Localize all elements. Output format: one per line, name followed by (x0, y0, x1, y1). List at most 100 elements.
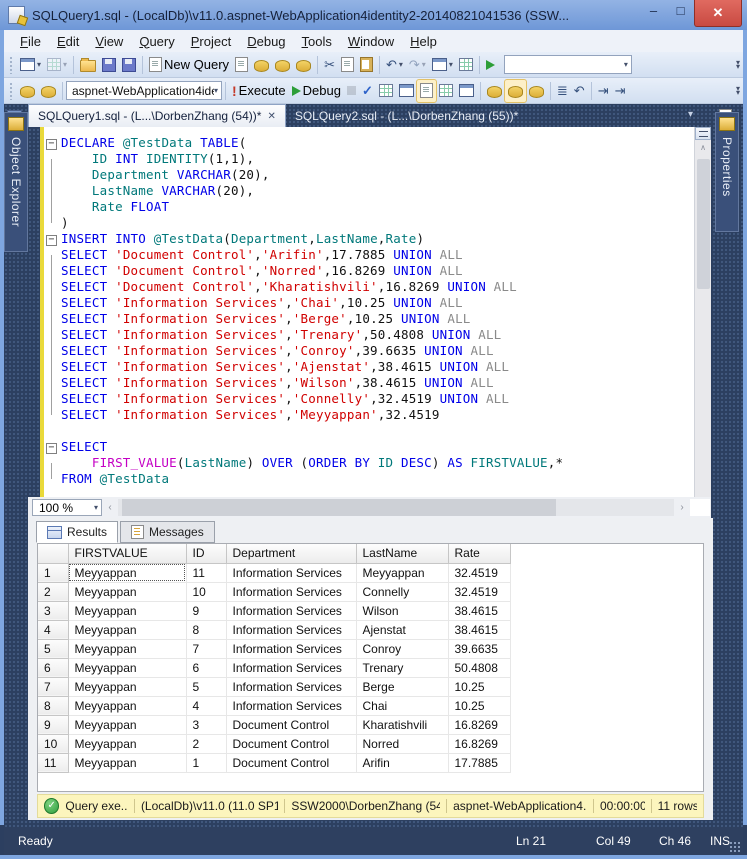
cut-button[interactable]: ✂ (321, 54, 338, 76)
new-connection-button[interactable]: ▾ (17, 54, 44, 76)
grid-row-header[interactable]: 6 (38, 658, 68, 677)
properties-window-button[interactable] (456, 54, 476, 76)
grid-column-header[interactable]: ID (186, 544, 226, 563)
grid-cell[interactable]: 10 (186, 582, 226, 601)
grid-cell[interactable]: Information Services (226, 696, 356, 715)
grid-cell[interactable]: 32.4519 (448, 563, 510, 582)
grid-cell[interactable]: 16.8269 (448, 715, 510, 734)
toolbar-grip[interactable] (9, 82, 14, 100)
grid-column-header[interactable]: FIRSTVALUE (68, 544, 186, 563)
grid-row-header[interactable]: 8 (38, 696, 68, 715)
grid-cell[interactable]: 3 (186, 715, 226, 734)
grid-column-header[interactable]: LastName (356, 544, 448, 563)
database-combo[interactable]: aspnet-WebApplication4ide▾ (66, 81, 222, 100)
scrollbar-thumb[interactable] (697, 159, 710, 289)
horizontal-scrollbar[interactable] (118, 499, 674, 516)
scroll-left-icon[interactable]: ‹ (102, 502, 118, 513)
grid-row-header[interactable]: 7 (38, 677, 68, 696)
menu-item-debug[interactable]: Debug (239, 32, 293, 51)
grid-cell[interactable]: Information Services (226, 563, 356, 582)
grid-column-header[interactable]: Department (226, 544, 356, 563)
menu-item-window[interactable]: Window (340, 32, 402, 51)
mdx-query-button[interactable] (251, 54, 272, 76)
open-file-button[interactable] (77, 54, 99, 76)
splitter-handle[interactable] (695, 127, 711, 140)
parse-button[interactable]: ✓ (359, 80, 376, 102)
minimize-button[interactable]: – (640, 0, 667, 20)
grid-cell[interactable]: 7 (186, 639, 226, 658)
results-to-grid-button[interactable] (505, 80, 526, 102)
grid-cell[interactable]: Berge (356, 677, 448, 696)
grid-cell[interactable]: Trenary (356, 658, 448, 677)
resize-grip[interactable] (729, 841, 741, 853)
results-to-text-button[interactable] (484, 80, 505, 102)
menu-item-project[interactable]: Project (183, 32, 239, 51)
save-button[interactable] (99, 54, 119, 76)
menu-item-edit[interactable]: Edit (49, 32, 87, 51)
change-connection-button[interactable] (38, 80, 59, 102)
client-statistics-button[interactable] (456, 80, 477, 102)
grid-cell[interactable]: Meyyappan (68, 753, 186, 772)
grid-row-header[interactable]: 11 (38, 753, 68, 772)
grid-cell[interactable]: Norred (356, 734, 448, 753)
grid-cell[interactable]: 32.4519 (448, 582, 510, 601)
activity-monitor-button[interactable]: ▾ (44, 54, 70, 76)
uncomment-button[interactable]: ↶ (571, 80, 588, 102)
tab-results[interactable]: Results (36, 521, 118, 543)
grid-cell[interactable]: Meyyappan (356, 563, 448, 582)
grid-row-header[interactable]: 3 (38, 601, 68, 620)
menu-item-tools[interactable]: Tools (294, 32, 340, 51)
toolbar-overflow-button[interactable]: ▾▾ (736, 61, 740, 69)
grid-row-header[interactable]: 4 (38, 620, 68, 639)
connect-button[interactable] (17, 80, 38, 102)
grid-cell[interactable]: 39.6635 (448, 639, 510, 658)
copy-button[interactable] (338, 54, 357, 76)
scroll-right-icon[interactable]: › (674, 502, 690, 513)
include-actual-plan-button[interactable] (436, 80, 456, 102)
menu-item-query[interactable]: Query (131, 32, 182, 51)
grid-cell[interactable]: Arifin (356, 753, 448, 772)
new-query-button[interactable]: New Query (146, 54, 232, 76)
grid-cell[interactable]: Ajenstat (356, 620, 448, 639)
grid-cell[interactable]: 1 (186, 753, 226, 772)
menu-item-help[interactable]: Help (402, 32, 445, 51)
grid-cell[interactable]: 2 (186, 734, 226, 753)
xmla-query-button[interactable] (293, 54, 314, 76)
query-options-button[interactable] (396, 80, 417, 102)
grid-cell[interactable]: Meyyappan (68, 734, 186, 753)
intellisense-button[interactable] (417, 80, 436, 102)
toolbar-grip[interactable] (9, 56, 14, 74)
sql-editor[interactable]: −DECLARE @TestData TABLE( ID INT IDENTIT… (40, 127, 694, 497)
grid-row-header[interactable]: 9 (38, 715, 68, 734)
grid-cell[interactable]: Conroy (356, 639, 448, 658)
menu-item-file[interactable]: File (12, 32, 49, 51)
grid-cell[interactable]: Meyyappan (68, 601, 186, 620)
grid-row-header[interactable]: 1 (38, 563, 68, 582)
search-combo[interactable]: ▾ (504, 55, 632, 74)
grid-cell[interactable]: Meyyappan (68, 620, 186, 639)
grid-cell[interactable]: Information Services (226, 601, 356, 620)
execute-button[interactable]: !Execute (229, 80, 289, 102)
grid-cell[interactable]: 17.7885 (448, 753, 510, 772)
navigate-button[interactable]: ▾ (429, 54, 456, 76)
stop-button[interactable] (344, 80, 359, 102)
maximize-button[interactable]: □ (667, 0, 694, 20)
redo-button[interactable]: ↷▾ (406, 54, 429, 76)
grid-row-header[interactable]: 2 (38, 582, 68, 601)
save-all-button[interactable] (119, 54, 139, 76)
grid-cell[interactable]: 38.4615 (448, 620, 510, 639)
grid-cell[interactable]: Information Services (226, 677, 356, 696)
scrollbar-thumb[interactable] (122, 499, 556, 516)
editor-vertical-scrollbar[interactable]: ∧ (694, 127, 711, 497)
fold-toggle-icon[interactable]: − (46, 235, 57, 246)
grid-cell[interactable]: 8 (186, 620, 226, 639)
document-tab[interactable]: SQLQuery1.sql - (L...\DorbenZhang (54))*… (28, 104, 286, 127)
tab-messages[interactable]: Messages (120, 521, 215, 543)
grid-cell[interactable]: Connelly (356, 582, 448, 601)
grid-cell[interactable]: 5 (186, 677, 226, 696)
grid-cell[interactable]: 10.25 (448, 677, 510, 696)
grid-cell[interactable]: 10.25 (448, 696, 510, 715)
results-to-file-button[interactable] (526, 80, 547, 102)
grid-cell[interactable]: Document Control (226, 715, 356, 734)
grid-cell[interactable]: Wilson (356, 601, 448, 620)
